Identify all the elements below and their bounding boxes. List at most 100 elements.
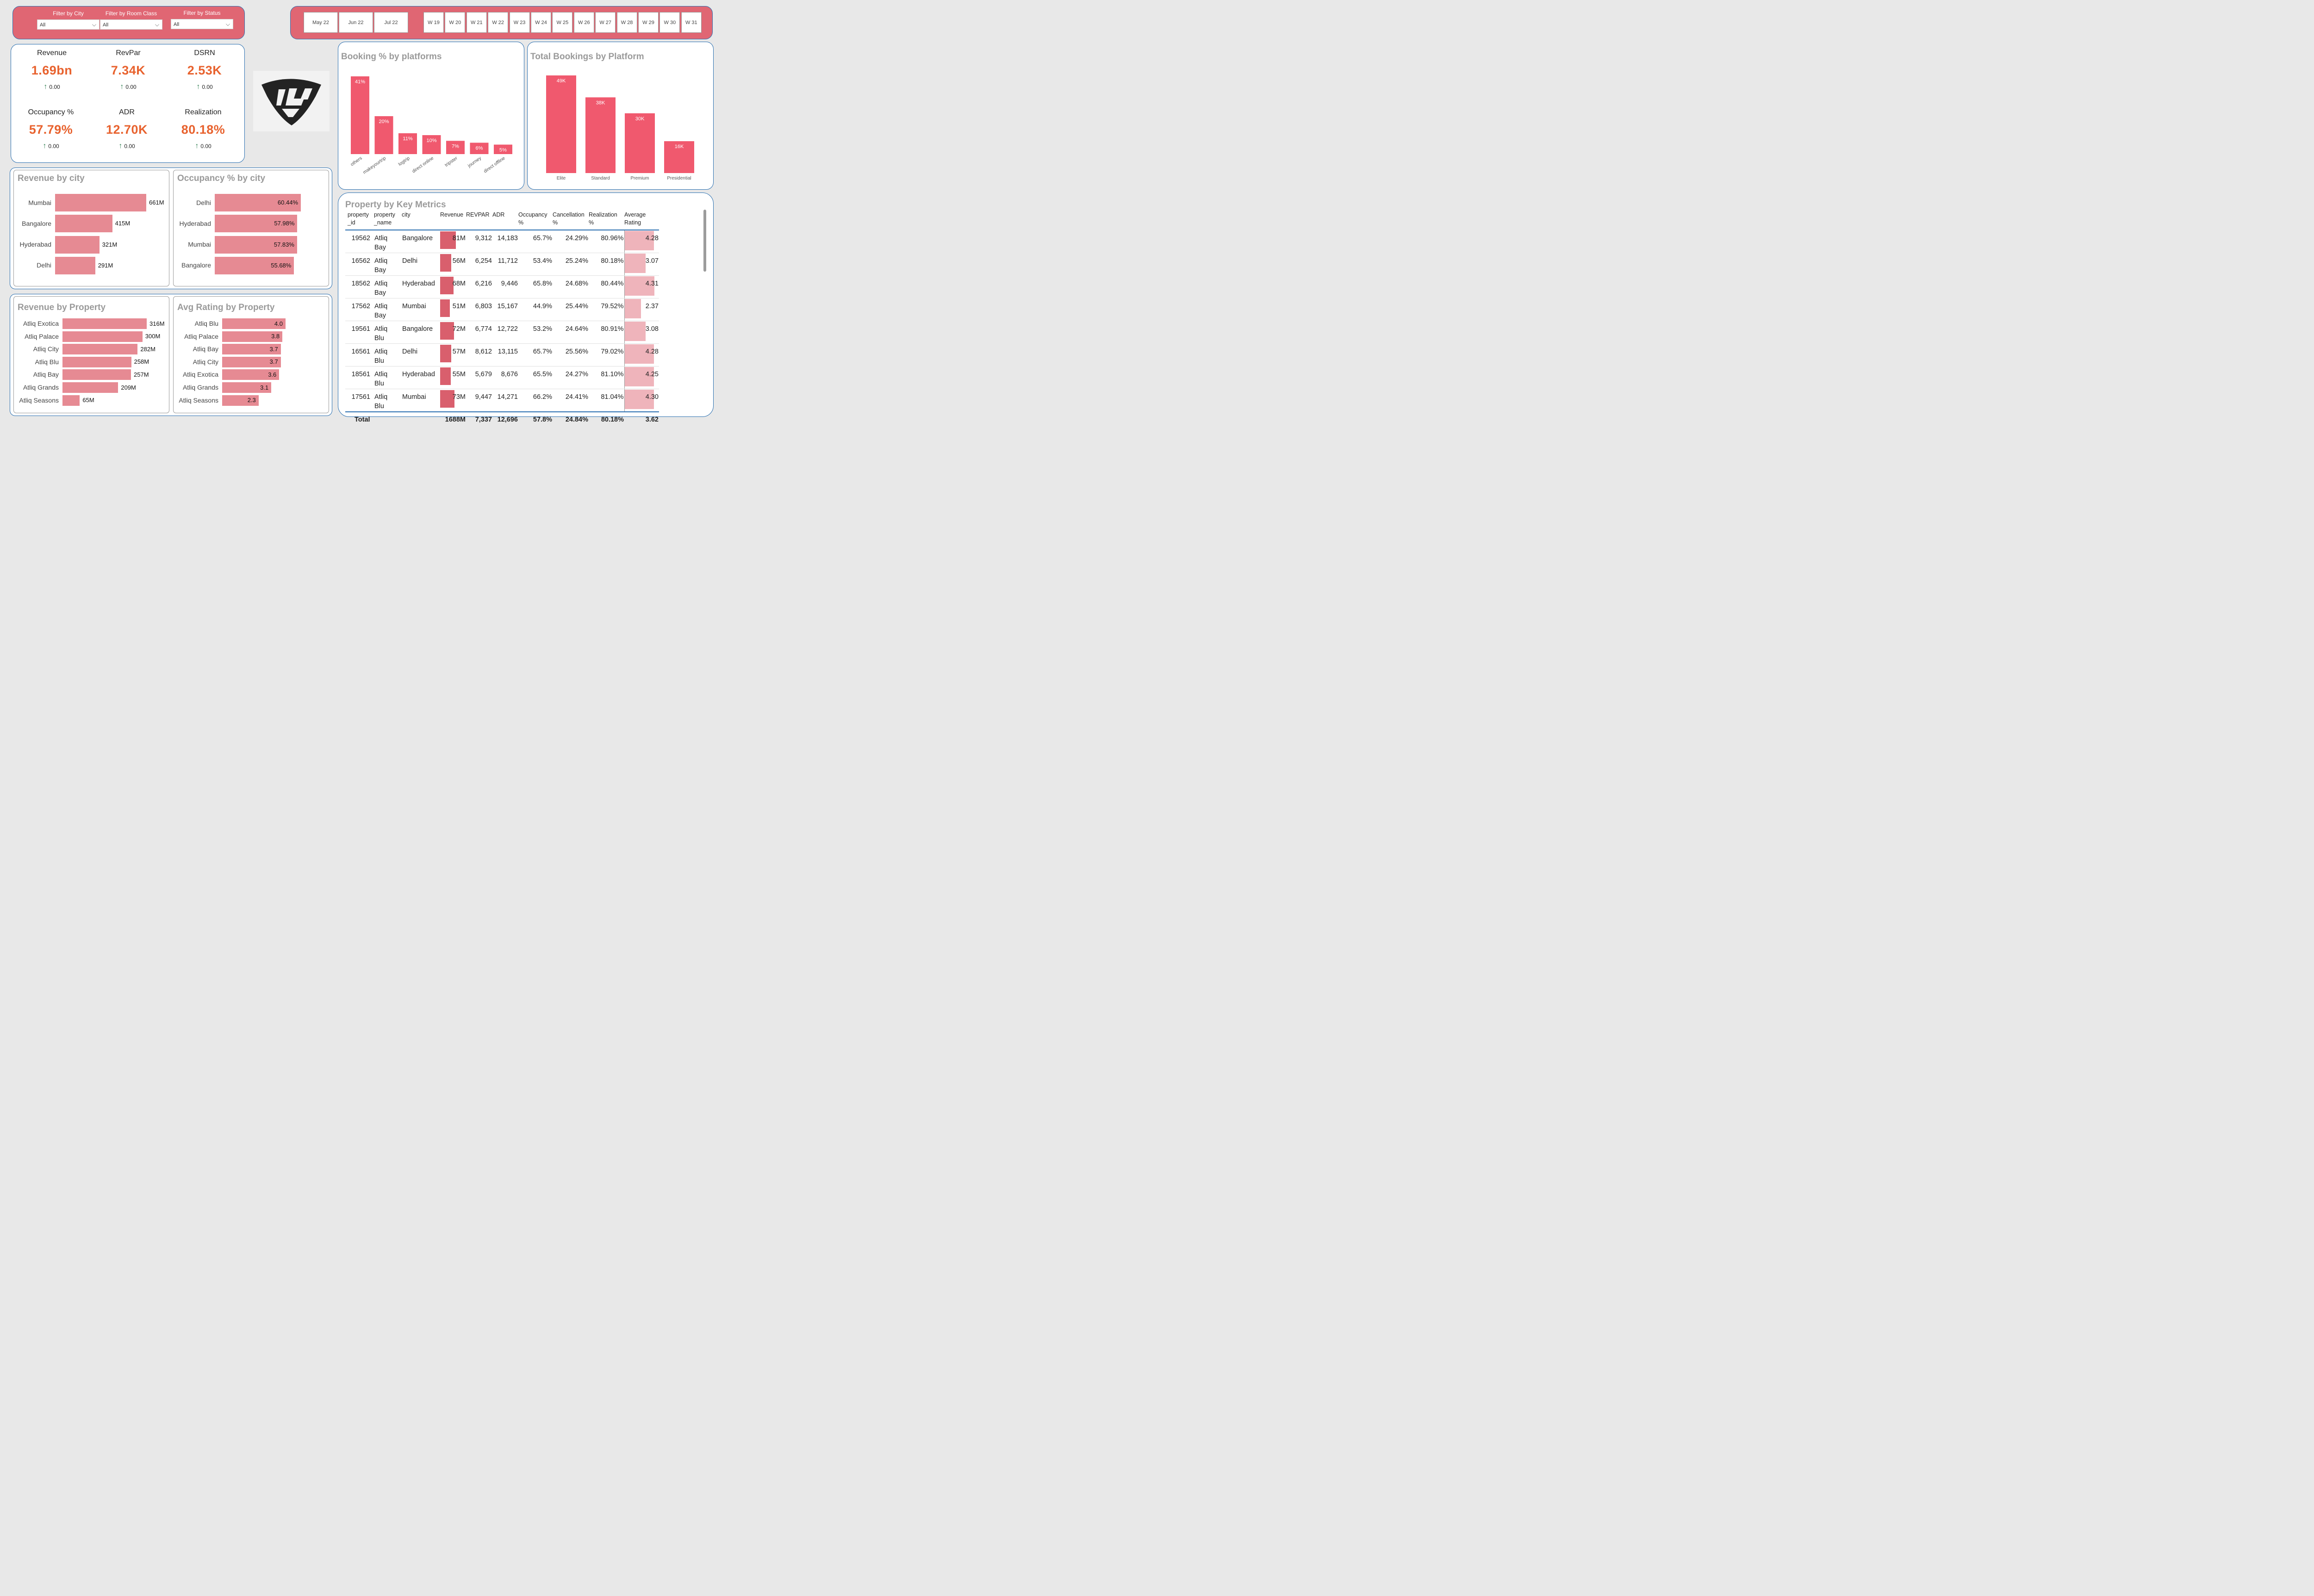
cell-rating: 4.28 xyxy=(624,230,659,253)
cell-property-id: 19561 xyxy=(345,321,374,344)
bar xyxy=(62,382,118,393)
total-cell: 24.84% xyxy=(553,411,589,426)
logo-shield-icon xyxy=(261,79,321,125)
bar xyxy=(62,369,131,380)
category-label: Atliq Blu xyxy=(194,320,218,327)
cell-realization: 81.10% xyxy=(589,366,624,389)
arrow-up-icon: ↑ xyxy=(43,142,47,150)
cell-revenue: 57M xyxy=(440,343,466,366)
table-row[interactable]: 19561 Atliq Blu Bangalore 72M 6,774 12,722 53.2… xyxy=(345,321,659,344)
cell-revpar: 6,254 xyxy=(466,253,492,276)
week-button[interactable]: W 28 xyxy=(616,12,637,33)
cell-rating: 3.08 xyxy=(624,321,659,344)
week-button[interactable]: W 26 xyxy=(573,12,594,33)
bar xyxy=(62,318,147,329)
x-tick-label: makeyourtrip xyxy=(362,155,387,175)
data-label: 38K xyxy=(596,100,605,106)
week-button[interactable]: W 27 xyxy=(595,12,616,33)
column-header[interactable]: Realization% xyxy=(589,211,624,230)
bar xyxy=(625,113,655,173)
week-button[interactable]: W 31 xyxy=(681,12,702,33)
week-button[interactable]: W 24 xyxy=(531,12,551,33)
column-header[interactable]: city xyxy=(402,211,440,230)
room-class-filter[interactable]: Filter by Room Class All ⌵ xyxy=(100,10,162,30)
revenue-databar xyxy=(440,254,451,272)
table-scrollbar[interactable] xyxy=(703,210,706,272)
cell-cancellation: 25.44% xyxy=(553,298,589,321)
cell-occupancy: 66.2% xyxy=(518,389,553,412)
kpi-dsrn: DSRN 2.53K ↑ 0.00 xyxy=(170,49,239,91)
city-filter[interactable]: Filter by City All ⌵ xyxy=(37,10,100,30)
week-button[interactable]: W 19 xyxy=(423,12,444,33)
cell-revenue: 56M xyxy=(440,253,466,276)
booking-pct-card: Booking % by platforms 41% others 20% makey… xyxy=(338,42,524,190)
cell-realization: 81.04% xyxy=(589,389,624,412)
column-header[interactable]: ADR xyxy=(492,211,518,230)
column-header[interactable]: Revenue xyxy=(440,211,466,230)
cell-rating: 3.07 xyxy=(624,253,659,276)
cell-rating: 4.31 xyxy=(624,275,659,298)
table-row[interactable]: 19562 Atliq Bay Bangalore 81M 9,312 14,183 65.7… xyxy=(345,230,659,253)
month-jun-button[interactable]: Jun 22 xyxy=(339,12,373,33)
status-filter[interactable]: Filter by Status All ⌵ xyxy=(171,10,233,29)
cell-property-name: Atliq Blu xyxy=(374,366,402,389)
table-row[interactable]: 17562 Atliq Bay Mumbai 51M 6,803 15,167 44.9% 25… xyxy=(345,298,659,321)
column-header[interactable]: Occupancy% xyxy=(518,211,553,230)
bar-row: Hyderabad 321M xyxy=(14,236,167,254)
table-row[interactable]: 18562 Atliq Bay Hyderabad 68M 6,216 9,446 65.8%… xyxy=(345,275,659,298)
cell-realization: 80.91% xyxy=(589,321,624,344)
cell-city: Mumbai xyxy=(402,298,440,321)
data-label: 321M xyxy=(102,241,118,248)
arrow-up-icon: ↑ xyxy=(195,142,199,150)
kpi-value: 7.34K xyxy=(111,63,146,77)
week-button[interactable]: W 20 xyxy=(445,12,466,33)
total-cell xyxy=(374,411,402,426)
bar xyxy=(546,75,576,173)
category-label: Atliq Exotica xyxy=(182,371,218,379)
cell-revenue: 55M xyxy=(440,366,466,389)
table-row[interactable]: 16562 Atliq Bay Delhi 56M 6,254 11,712 53.4% 25.… xyxy=(345,253,659,276)
bar-row: Delhi 291M xyxy=(14,256,167,274)
cell-cancellation: 24.29% xyxy=(553,230,589,253)
room-class-filter-select[interactable]: All ⌵ xyxy=(100,19,162,30)
week-button[interactable]: W 22 xyxy=(488,12,509,33)
week-button[interactable]: W 23 xyxy=(509,12,530,33)
city-filter-select[interactable]: All ⌵ xyxy=(37,19,100,30)
revenue-databar xyxy=(440,367,451,385)
kpi-label: Revenue xyxy=(37,49,67,57)
month-jul-button[interactable]: Jul 22 xyxy=(374,12,408,33)
column-header[interactable]: Cancellation% xyxy=(553,211,589,230)
cell-cancellation: 24.27% xyxy=(553,366,589,389)
data-label: 57.83% xyxy=(274,241,294,248)
column-header[interactable]: property _name xyxy=(374,211,402,230)
column-header[interactable]: property _id xyxy=(345,211,374,230)
bar-row: Atliq City 282M xyxy=(14,344,167,355)
week-button[interactable]: W 21 xyxy=(466,12,487,33)
cell-adr: 13,115 xyxy=(492,343,518,366)
arrow-up-icon: ↑ xyxy=(44,83,48,91)
bar-row: Atliq Palace 300M xyxy=(14,331,167,342)
column-header[interactable]: REVPAR xyxy=(466,211,492,230)
week-button[interactable]: W 30 xyxy=(659,12,680,33)
table-header-row: property _id property _name city Revenue REVPA… xyxy=(345,211,659,230)
occupancy-city-title: Occupancy % by city xyxy=(177,174,266,183)
arrow-up-icon: ↑ xyxy=(120,83,124,91)
bar xyxy=(62,331,143,342)
cell-city: Delhi xyxy=(402,253,440,276)
cell-adr: 14,271 xyxy=(492,389,518,412)
status-filter-select[interactable]: All ⌵ xyxy=(171,19,233,29)
week-button[interactable]: W 29 xyxy=(638,12,659,33)
week-button[interactable]: W 25 xyxy=(552,12,573,33)
cell-property-name: Atliq Blu xyxy=(374,343,402,366)
revenue-databar xyxy=(440,299,450,317)
table-row[interactable]: 16561 Atliq Blu Delhi 57M 8,612 13,115 65.7% 25.… xyxy=(345,343,659,366)
cell-occupancy: 53.4% xyxy=(518,253,553,276)
cell-realization: 79.52% xyxy=(589,298,624,321)
table-row[interactable]: 17561 Atliq Blu Mumbai 73M 9,447 14,271 66.2% 24… xyxy=(345,389,659,412)
data-label: 3.7 xyxy=(269,358,278,366)
city-filter-value: All xyxy=(40,22,46,28)
month-may-button[interactable]: May 22 xyxy=(304,12,338,33)
column-header[interactable]: Average Rating xyxy=(624,211,659,230)
table-row[interactable]: 18561 Atliq Blu Hyderabad 55M 5,679 8,676 65.5%… xyxy=(345,366,659,389)
x-tick-label: direct offline xyxy=(483,155,506,174)
